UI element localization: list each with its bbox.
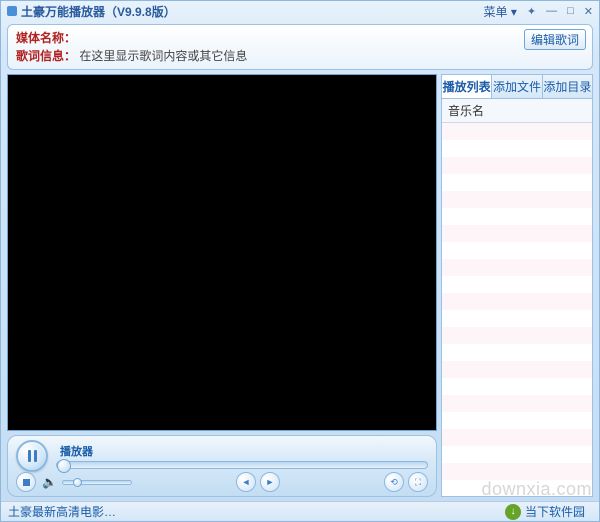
- tab-add-file[interactable]: 添加文件: [492, 75, 542, 98]
- next-button[interactable]: ►: [260, 472, 280, 492]
- playlist-column-header: 音乐名: [442, 99, 592, 123]
- content-row: 播放器 🔈 ◄: [1, 70, 599, 501]
- playlist-tabs: 播放列表 添加文件 添加目录: [442, 75, 592, 99]
- list-item[interactable]: [442, 259, 592, 276]
- title-bar: 土豪万能播放器（V9.9.8版） 菜单 ▾ ✦ — □ ✕: [1, 1, 599, 21]
- list-item[interactable]: [442, 174, 592, 191]
- list-item[interactable]: [442, 395, 592, 412]
- pin-icon[interactable]: ✦: [527, 5, 536, 18]
- list-item[interactable]: [442, 327, 592, 344]
- prev-icon: ◄: [242, 477, 251, 487]
- window-controls: ✦ — □ ✕: [527, 5, 593, 18]
- footer-brand: 当下软件园: [525, 503, 585, 520]
- list-item[interactable]: [442, 123, 592, 140]
- list-item[interactable]: [442, 463, 592, 480]
- stop-button[interactable]: [16, 472, 36, 492]
- download-icon: ↓: [505, 504, 521, 520]
- fullscreen-button[interactable]: ⛶: [408, 472, 428, 492]
- minimize-icon[interactable]: —: [546, 5, 557, 18]
- seek-bar[interactable]: [56, 461, 428, 469]
- list-item[interactable]: [442, 446, 592, 463]
- video-area[interactable]: [7, 74, 437, 431]
- volume-slider[interactable]: [62, 480, 132, 485]
- repeat-button[interactable]: ⟲: [384, 472, 404, 492]
- list-item[interactable]: [442, 191, 592, 208]
- playlist-panel: 播放列表 添加文件 添加目录 音乐名: [441, 74, 593, 497]
- pause-icon: [28, 450, 37, 462]
- lyric-info-label: 歌词信息：: [16, 49, 76, 63]
- list-item[interactable]: [442, 344, 592, 361]
- list-item[interactable]: [442, 157, 592, 174]
- list-item[interactable]: [442, 480, 592, 496]
- seek-thumb[interactable]: [57, 459, 71, 473]
- menu-button[interactable]: 菜单 ▾: [484, 3, 517, 20]
- list-item[interactable]: [442, 225, 592, 242]
- footer-link[interactable]: 土豪最新高清电影…: [8, 503, 116, 520]
- fullscreen-icon: ⛶: [415, 477, 421, 488]
- list-item[interactable]: [442, 310, 592, 327]
- maximize-icon[interactable]: □: [567, 5, 574, 18]
- playlist-list[interactable]: [442, 123, 592, 496]
- lyric-info-value: 在这里显示歌词内容或其它信息: [79, 49, 247, 63]
- volume-icon[interactable]: 🔈: [42, 475, 56, 489]
- player-column: 播放器 🔈 ◄: [7, 74, 437, 497]
- app-frame: 土豪万能播放器（V9.9.8版） 菜单 ▾ ✦ — □ ✕ 媒体名称： 歌词信息…: [0, 0, 600, 522]
- app-icon: [7, 6, 17, 16]
- list-item[interactable]: [442, 361, 592, 378]
- edit-lyrics-button[interactable]: 编辑歌词: [524, 29, 586, 50]
- list-item[interactable]: [442, 293, 592, 310]
- list-item[interactable]: [442, 208, 592, 225]
- info-bar: 媒体名称： 歌词信息： 在这里显示歌词内容或其它信息 编辑歌词: [7, 24, 593, 70]
- stop-icon: [23, 479, 30, 486]
- app-title: 土豪万能播放器（V9.9.8版）: [21, 3, 176, 20]
- tab-playlist[interactable]: 播放列表: [442, 75, 492, 98]
- prev-button[interactable]: ◄: [236, 472, 256, 492]
- list-item[interactable]: [442, 412, 592, 429]
- list-item[interactable]: [442, 378, 592, 395]
- list-item[interactable]: [442, 242, 592, 259]
- player-label: 播放器: [60, 443, 428, 459]
- nav-group: ◄ ►: [236, 472, 280, 492]
- media-name-label: 媒体名称：: [16, 31, 76, 45]
- list-item[interactable]: [442, 140, 592, 157]
- extra-group: ⟲ ⛶: [384, 472, 428, 492]
- close-icon[interactable]: ✕: [584, 5, 593, 18]
- play-pause-button[interactable]: [16, 440, 48, 472]
- volume-thumb[interactable]: [73, 478, 82, 487]
- tab-add-folder[interactable]: 添加目录: [543, 75, 592, 98]
- player-controls: 播放器 🔈 ◄: [7, 435, 437, 497]
- list-item[interactable]: [442, 276, 592, 293]
- list-item[interactable]: [442, 429, 592, 446]
- repeat-icon: ⟲: [390, 477, 398, 488]
- next-icon: ►: [266, 477, 275, 487]
